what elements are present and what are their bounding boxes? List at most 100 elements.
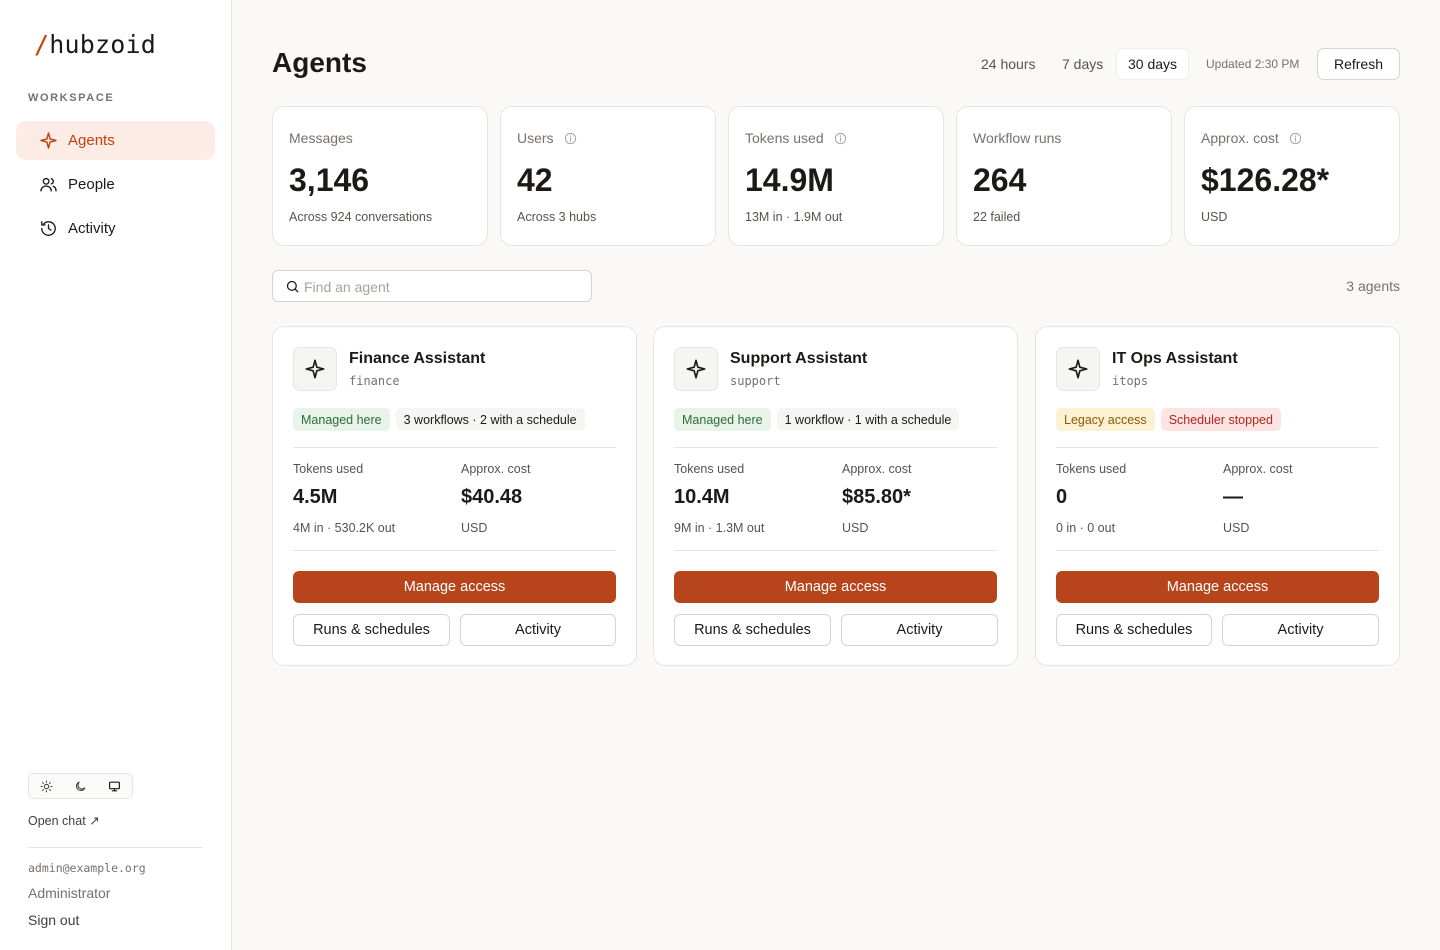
theme-toggle <box>28 773 133 799</box>
status-badge: Managed here <box>674 408 771 431</box>
metric-value: 10.4M <box>674 486 730 508</box>
search-input[interactable] <box>304 277 584 297</box>
tokens-metric: Tokens used 0 0 in · 0 out <box>1056 462 1126 535</box>
info-icon[interactable] <box>834 132 847 145</box>
workflow-badge: 1 workflow · 1 with a schedule <box>776 408 960 431</box>
metric-sub: 4M in · 530.2K out <box>293 521 396 535</box>
stat-value: 14.9M <box>745 162 834 198</box>
range-7-days[interactable]: 7 days <box>1051 49 1114 79</box>
monitor-icon <box>109 781 121 791</box>
runs-schedules-button[interactable]: Runs & schedules <box>293 614 450 646</box>
status-badge: Managed here <box>293 408 390 431</box>
agent-badges: Legacy access Scheduler stopped <box>1056 408 1281 431</box>
sidebar-divider <box>28 847 203 848</box>
runs-schedules-button[interactable]: Runs & schedules <box>674 614 831 646</box>
card-divider <box>674 550 997 551</box>
agent-name: Support Assistant <box>730 350 868 367</box>
stat-label: Users <box>517 130 577 146</box>
metric-label: Approx. cost <box>842 462 912 476</box>
stat-label-text: Workflow runs <box>973 130 1062 146</box>
sparkle-icon <box>1068 359 1088 379</box>
manage-access-button[interactable]: Manage access <box>674 571 997 603</box>
manage-access-button[interactable]: Manage access <box>1056 571 1379 603</box>
theme-system-button[interactable] <box>98 774 132 798</box>
info-icon[interactable] <box>1289 132 1302 145</box>
open-chat-link[interactable]: Open chat ↗ <box>28 813 100 828</box>
activity-button[interactable]: Activity <box>460 614 616 646</box>
legacy-access-badge: Legacy access <box>1056 408 1155 431</box>
sign-out-link[interactable]: Sign out <box>28 912 79 928</box>
agent-slug: support <box>730 374 781 388</box>
tokens-metric: Tokens used 10.4M 9M in · 1.3M out <box>674 462 764 535</box>
agent-card-finance: Finance Assistant finance Managed here 3… <box>272 326 637 666</box>
stat-value: 264 <box>973 162 1027 198</box>
tokens-metric: Tokens used 4.5M 4M in · 530.2K out <box>293 462 395 535</box>
logo-text: hubzoid <box>49 30 157 59</box>
agent-avatar <box>674 347 718 391</box>
refresh-button[interactable]: Refresh <box>1317 48 1400 80</box>
theme-light-button[interactable] <box>29 774 63 798</box>
cost-metric: Approx. cost — USD <box>1223 462 1292 535</box>
stat-sub: USD <box>1201 210 1228 224</box>
sun-icon <box>40 780 53 792</box>
metric-value: $85.80* <box>842 486 911 508</box>
info-icon[interactable] <box>564 132 577 145</box>
page-title: Agents <box>272 47 367 78</box>
agent-card-itops: IT Ops Assistant itops Legacy access Sch… <box>1035 326 1400 666</box>
metric-sub: USD <box>842 521 869 535</box>
metric-sub: 9M in · 1.3M out <box>674 521 765 535</box>
search-icon <box>286 280 299 293</box>
cost-metric: Approx. cost $85.80* USD <box>842 462 911 535</box>
activity-button[interactable]: Activity <box>1222 614 1379 646</box>
logo-slash: / <box>34 30 50 59</box>
card-divider <box>1056 447 1379 448</box>
theme-dark-button[interactable] <box>63 774 97 798</box>
stat-value: 3,146 <box>289 162 370 198</box>
sparkle-icon <box>40 132 57 149</box>
metric-sub: 0 in · 0 out <box>1056 521 1116 535</box>
stat-sub: Across 3 hubs <box>517 210 597 224</box>
cost-metric: Approx. cost $40.48 USD <box>461 462 530 535</box>
agent-card-support: Support Assistant support Managed here 1… <box>653 326 1018 666</box>
sidebar-item-label: Agents <box>68 132 115 149</box>
agent-avatar <box>1056 347 1100 391</box>
stat-sub: 13M in · 1.9M out <box>745 210 843 224</box>
agent-badges: Managed here 3 workflows · 2 with a sche… <box>293 408 585 431</box>
history-icon <box>41 221 56 236</box>
stat-card-workflow-runs: Workflow runs 264 22 failed <box>956 106 1172 246</box>
metric-label: Approx. cost <box>461 462 531 476</box>
users-icon <box>40 177 57 192</box>
stat-label: Workflow runs <box>973 130 1061 146</box>
agent-badges: Managed here 1 workflow · 1 with a sched… <box>674 408 960 431</box>
runs-schedules-button[interactable]: Runs & schedules <box>1056 614 1212 646</box>
sidebar-item-agents[interactable]: Agents <box>16 121 215 160</box>
manage-access-button[interactable]: Manage access <box>293 571 616 603</box>
metric-value: 4.5M <box>293 486 338 508</box>
agent-name: Finance Assistant <box>349 350 486 367</box>
range-30-days[interactable]: 30 days <box>1117 49 1189 79</box>
workspace-label: WORKSPACE <box>28 92 115 104</box>
stat-label-text: Tokens used <box>745 130 824 146</box>
agent-slug: itops <box>1112 374 1149 388</box>
agent-avatar <box>293 347 337 391</box>
sidebar-item-activity[interactable]: Activity <box>16 209 215 248</box>
sidebar-item-people[interactable]: People <box>16 165 215 204</box>
stat-label: Messages <box>289 130 353 146</box>
card-divider <box>293 550 616 551</box>
stat-card-messages: Messages 3,146 Across 924 conversations <box>272 106 488 246</box>
activity-button[interactable]: Activity <box>841 614 998 646</box>
sidebar-item-label: People <box>68 176 115 193</box>
metric-value: $40.48 <box>461 486 523 508</box>
metric-value: — <box>1223 486 1243 508</box>
brand-logo[interactable]: /hubzoid <box>34 30 156 59</box>
metric-label: Tokens used <box>674 462 745 476</box>
user-email: admin@example.org <box>28 861 146 875</box>
card-divider <box>1056 550 1379 551</box>
metric-label: Approx. cost <box>1223 462 1293 476</box>
card-divider <box>674 447 997 448</box>
stat-label-text: Approx. cost <box>1201 130 1279 146</box>
stat-sub: 22 failed <box>973 210 1021 224</box>
range-24-hours[interactable]: 24 hours <box>970 49 1046 79</box>
moon-icon <box>75 781 86 791</box>
metric-sub: USD <box>461 521 488 535</box>
